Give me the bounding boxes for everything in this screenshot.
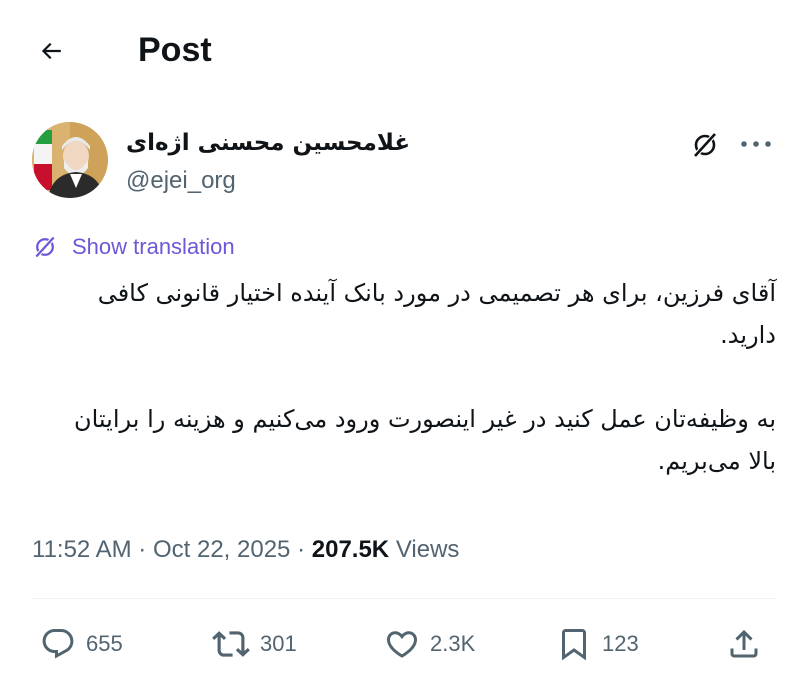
tweet-text: آقای فرزین، برای هر تصمیمی در مورد بانک … <box>60 272 776 482</box>
meta-separator: · <box>138 536 147 563</box>
grok-icon <box>690 130 720 160</box>
views-count: 207.5K <box>311 536 390 563</box>
repost-icon <box>212 625 250 663</box>
like-button[interactable]: 2.3K <box>384 624 475 664</box>
tweet-paragraph: آقای فرزین، برای هر تصمیمی در مورد بانک … <box>97 279 776 349</box>
meta-separator: · <box>297 536 306 563</box>
reply-button[interactable]: 655 <box>40 624 123 664</box>
like-count: 2.3K <box>430 631 476 656</box>
heart-icon <box>384 626 420 662</box>
post-date[interactable]: Oct 22, 2025 <box>153 536 290 563</box>
back-button[interactable] <box>28 28 74 74</box>
reply-icon <box>40 626 76 662</box>
bookmark-icon <box>556 626 592 662</box>
repost-button[interactable]: 301 <box>212 624 297 664</box>
divider <box>32 598 776 599</box>
arrow-left-icon <box>38 38 64 64</box>
post-time[interactable]: 11:52 AM <box>32 536 132 563</box>
reply-count: 655 <box>86 631 123 656</box>
tweet-paragraph: به وظیفه‌تان عمل کنید در غیر اینصورت ورو… <box>73 405 776 475</box>
grok-icon <box>32 234 58 260</box>
bookmark-count: 123 <box>602 631 639 656</box>
avatar[interactable] <box>32 122 108 198</box>
share-button[interactable] <box>726 624 762 664</box>
views-label: Views <box>395 536 460 563</box>
show-translation-link[interactable]: Show translation <box>32 232 235 262</box>
repost-count: 301 <box>260 631 297 656</box>
tweet-meta: 11:52 AM · Oct 22, 2025 · 207.5K Views <box>32 534 459 566</box>
page-title: Post <box>138 31 212 69</box>
more-button[interactable] <box>736 128 776 160</box>
share-icon <box>726 626 762 662</box>
show-translation-label: Show translation <box>72 234 235 259</box>
grok-button[interactable] <box>688 128 722 162</box>
author-display-name[interactable]: غلامحسین محسنی اژه‌ای <box>126 128 410 158</box>
top-bar: Post <box>0 0 802 100</box>
author-handle[interactable]: @ejei_org <box>126 166 236 196</box>
bookmark-button[interactable]: 123 <box>556 624 639 664</box>
more-horizontal-icon <box>739 139 773 149</box>
